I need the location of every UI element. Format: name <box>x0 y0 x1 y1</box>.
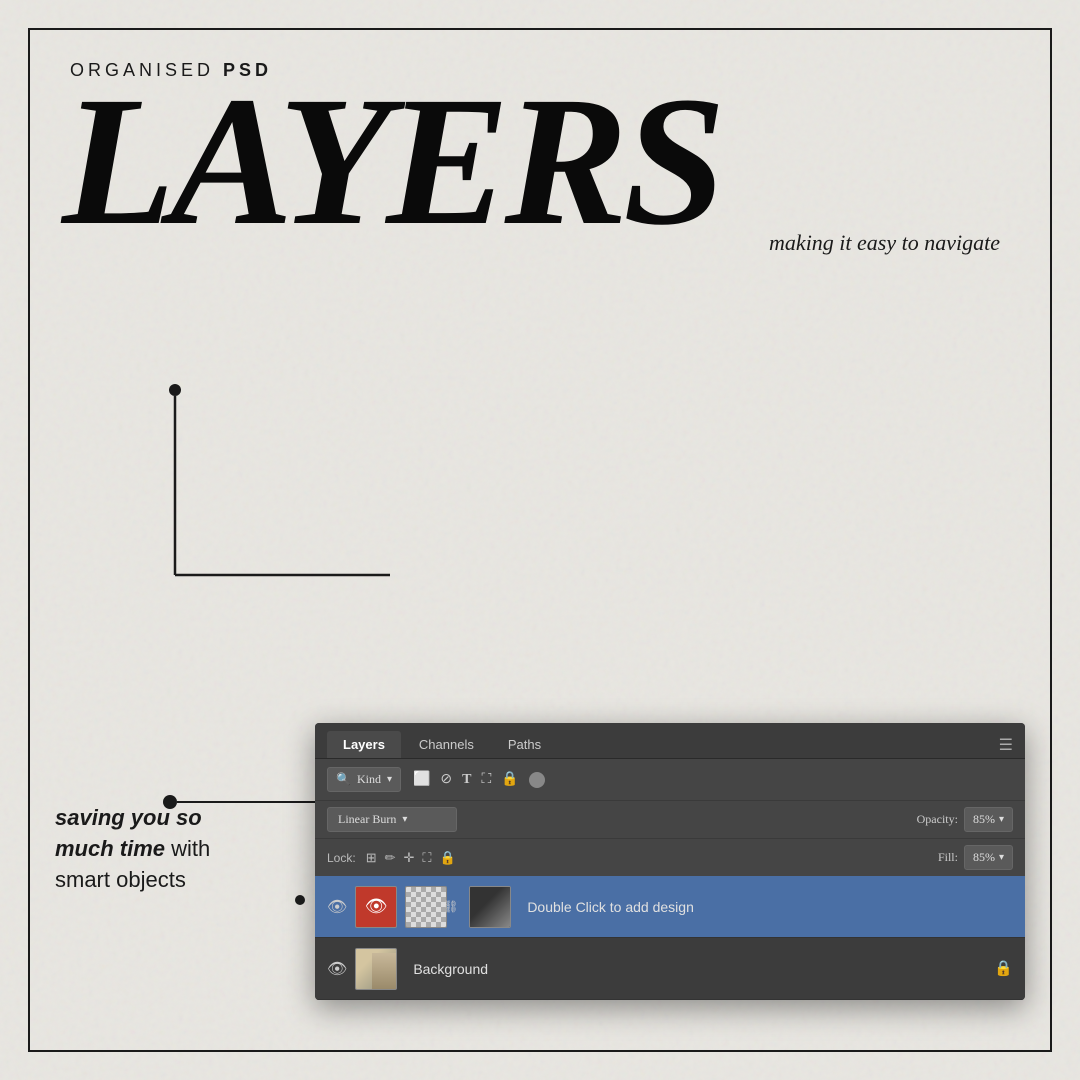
filter-toolbar: 🔍 Kind ▾ ⬜ ⊘ T ⛶ 🔒 <box>315 759 1025 800</box>
smart-filter-icon[interactable]: 🔒 <box>501 771 518 788</box>
lower-section: saving you so much time with smart objec… <box>0 723 1080 1000</box>
search-icon: 🔍 <box>336 772 351 787</box>
fill-input[interactable]: 85% ▾ <box>964 845 1013 870</box>
blend-mode-dropdown[interactable]: Linear Burn ▾ <box>327 807 457 832</box>
photoshop-panel: Layers Channels Paths ☰ 🔍 Kind ▾ ⬜ ⊘ T ⛶… <box>315 723 1025 1000</box>
image-filter-icon[interactable]: ⬜ <box>413 771 430 788</box>
layers-list: 👁 👁 Double Click to add design 👁 Backgro… <box>315 876 1025 1000</box>
lock-label: Lock: <box>327 851 356 865</box>
opacity-chevron-icon: ▾ <box>999 814 1004 825</box>
filter-icons: ⬜ ⊘ T ⛶ 🔒 <box>413 771 545 788</box>
layer-visibility-eye-1[interactable]: 👁 <box>327 897 347 917</box>
red-eye-icon: 👁 <box>365 896 388 917</box>
shape-filter-icon[interactable]: ⛶ <box>482 772 492 788</box>
tab-channels[interactable]: Channels <box>403 731 490 758</box>
blend-chevron-icon: ▾ <box>402 814 407 825</box>
canvas: ORGANISED PSD LAYERS making it easy to n… <box>0 0 1080 1080</box>
layers-title: LAYERS <box>62 83 1010 240</box>
layer-thumb-checker <box>405 886 447 928</box>
blend-mode-value: Linear Burn <box>338 812 396 827</box>
panel-tabs: Layers Channels Paths ☰ <box>315 723 1025 759</box>
layer-smart-object[interactable]: 👁 👁 Double Click to add design <box>315 876 1025 938</box>
lock-all-icon[interactable]: 🔒 <box>440 850 456 866</box>
layer-visibility-eye-2[interactable]: 👁 <box>327 959 347 979</box>
lock-grid-icon[interactable]: ⊞ <box>366 850 377 866</box>
header-section: ORGANISED PSD LAYERS making it easy to n… <box>70 60 1010 256</box>
tab-layers[interactable]: Layers <box>327 731 401 758</box>
left-caption: saving you so much time with smart objec… <box>55 723 285 895</box>
fill-section: Fill: 85% ▾ <box>938 845 1013 870</box>
opacity-input[interactable]: 85% ▾ <box>964 807 1013 832</box>
layer-1-label: Double Click to add design <box>527 899 694 915</box>
fill-label: Fill: <box>938 850 958 865</box>
kind-label: Kind <box>357 772 381 787</box>
lock-artboard-icon[interactable]: ⛶ <box>422 850 431 866</box>
text-filter-icon[interactable]: T <box>462 772 471 788</box>
layer-background[interactable]: 👁 Background 🔒 <box>315 938 1025 1000</box>
panel-menu-icon[interactable]: ☰ <box>999 735 1013 755</box>
layer-thumb-red: 👁 <box>355 886 397 928</box>
lock-move-icon[interactable]: ✛ <box>404 850 415 866</box>
blend-mode-row: Linear Burn ▾ Opacity: 85% ▾ <box>315 800 1025 838</box>
chevron-down-icon: ▾ <box>387 774 392 785</box>
layer-thumb-black <box>469 886 511 928</box>
layer-thumb-photo <box>355 948 397 990</box>
bullet-dot <box>295 895 305 905</box>
opacity-section: Opacity: 85% ▾ <box>917 807 1013 832</box>
layer-2-label: Background <box>413 961 488 977</box>
toggle-icon[interactable] <box>529 772 545 788</box>
lock-row: Lock: ⊞ ✏ ✛ ⛶ 🔒 Fill: 85% ▾ <box>315 838 1025 876</box>
caption-bold-1: saving you so <box>55 805 202 830</box>
caption-bold-2: much time <box>55 836 165 861</box>
opacity-value: 85% <box>973 812 995 827</box>
tab-paths[interactable]: Paths <box>492 731 557 758</box>
adjustment-filter-icon[interactable]: ⊘ <box>440 771 452 788</box>
layer-lock-icon: 🔒 <box>994 959 1013 978</box>
lock-icons: ⊞ ✏ ✛ ⛶ 🔒 <box>366 850 456 866</box>
main-content: ORGANISED PSD LAYERS making it easy to n… <box>0 0 1080 326</box>
caption-normal-2: with <box>165 836 210 861</box>
lock-brush-icon[interactable]: ✏ <box>385 850 396 866</box>
kind-dropdown[interactable]: 🔍 Kind ▾ <box>327 767 401 792</box>
fill-chevron-icon: ▾ <box>999 852 1004 863</box>
opacity-label: Opacity: <box>917 812 958 827</box>
fill-value: 85% <box>973 850 995 865</box>
caption-line3: smart objects <box>55 867 186 892</box>
